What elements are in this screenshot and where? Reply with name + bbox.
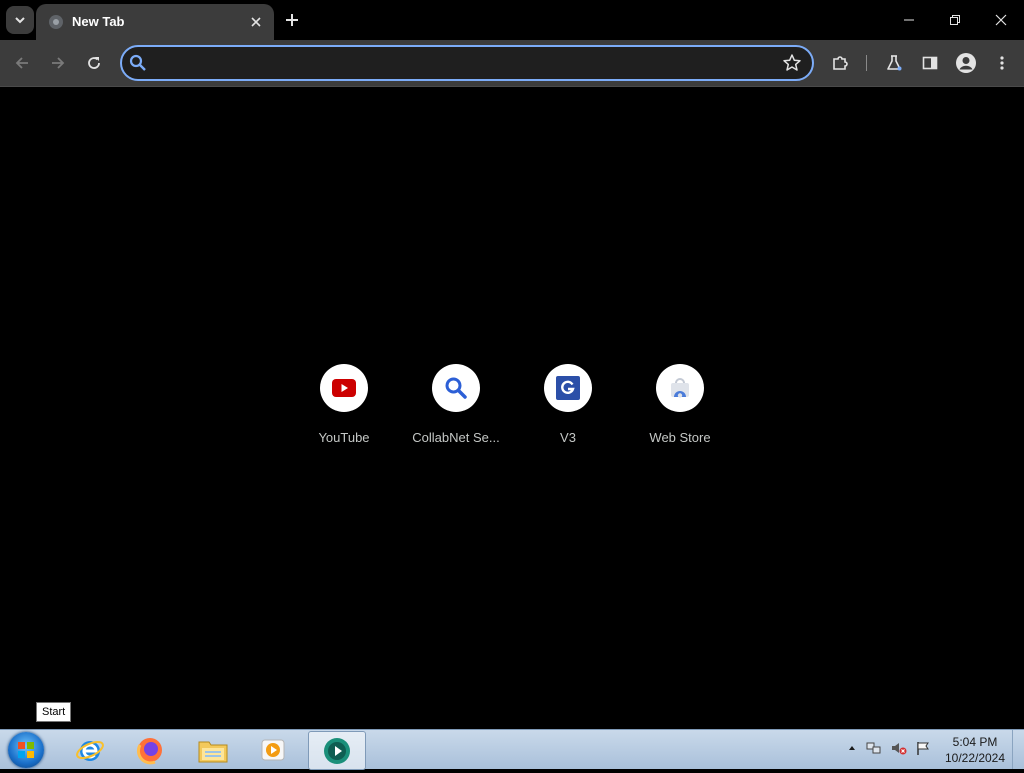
address-bar[interactable] xyxy=(120,45,814,81)
address-input[interactable] xyxy=(156,52,770,76)
chrome-icon xyxy=(324,737,350,764)
new-tab-page: YouTube CollabNet Se... V3 Web Store xyxy=(0,87,1024,729)
shortcut-tile[interactable] xyxy=(544,364,592,412)
start-button[interactable] xyxy=(8,732,44,768)
chevron-down-icon xyxy=(15,17,25,24)
toolbar-divider xyxy=(866,55,867,71)
profile-button[interactable] xyxy=(954,51,978,75)
flask-icon xyxy=(887,55,902,71)
firefox-icon xyxy=(136,737,162,764)
tab-strip: New Tab xyxy=(0,0,1024,40)
taskbar-clock[interactable]: 5:04 PM 10/22/2024 xyxy=(940,734,1010,766)
shortcut-tile[interactable] xyxy=(320,364,368,412)
tab-search-button[interactable] xyxy=(6,6,34,34)
minimize-icon xyxy=(904,19,914,21)
toolbar xyxy=(0,40,1024,87)
menu-button[interactable] xyxy=(990,51,1014,75)
back-button[interactable] xyxy=(10,51,34,75)
close-tab-icon[interactable] xyxy=(248,14,264,30)
restore-icon xyxy=(950,15,960,25)
taskbar-firefox[interactable] xyxy=(122,731,178,768)
network-icon xyxy=(866,742,881,754)
search-icon xyxy=(445,377,467,399)
search-icon xyxy=(129,54,146,71)
shortcut-label: Web Store xyxy=(649,430,711,445)
web-store-icon xyxy=(671,378,689,398)
avatar-icon xyxy=(956,53,976,73)
internet-explorer-icon xyxy=(76,740,104,761)
shortcut-v3[interactable]: V3 xyxy=(512,364,624,445)
volume-muted-icon xyxy=(892,743,907,755)
taskbar: 5:04 PM 10/22/2024 xyxy=(0,729,1024,770)
arrow-right-icon xyxy=(52,57,65,69)
reload-icon xyxy=(88,57,100,69)
puzzle-icon xyxy=(833,56,848,70)
shortcut-tile[interactable] xyxy=(656,364,704,412)
forward-button[interactable] xyxy=(46,51,70,75)
show-hidden-icons-button[interactable] xyxy=(844,740,860,756)
shortcut-label: YouTube xyxy=(318,430,370,445)
windows-logo-icon xyxy=(18,742,34,758)
tab-new-tab[interactable]: New Tab xyxy=(36,4,274,40)
extensions-button[interactable] xyxy=(828,51,852,75)
media-player-icon xyxy=(261,739,285,760)
shortcut-youtube[interactable]: YouTube xyxy=(288,364,400,445)
restore-button[interactable] xyxy=(943,8,967,32)
show-desktop-button[interactable] xyxy=(1012,730,1024,769)
clock-time: 5:04 PM xyxy=(952,735,998,749)
labs-button[interactable] xyxy=(882,51,906,75)
new-tab-icon[interactable] xyxy=(282,10,302,30)
globe-icon xyxy=(49,15,63,29)
taskbar-media-player[interactable] xyxy=(245,731,301,768)
tray-network[interactable] xyxy=(866,740,882,756)
side-panel-icon xyxy=(922,56,938,70)
flag-icon xyxy=(917,742,929,755)
close-icon xyxy=(995,14,1007,26)
google-g-icon xyxy=(556,376,580,400)
taskbar-chrome[interactable] xyxy=(308,731,366,770)
youtube-icon xyxy=(332,379,356,397)
taskbar-internet-explorer[interactable] xyxy=(62,731,118,768)
more-vert-icon xyxy=(1000,56,1004,70)
clock-date: 10/22/2024 xyxy=(944,751,1006,765)
shortcut-label: V3 xyxy=(560,430,576,445)
side-panel-button[interactable] xyxy=(918,51,942,75)
shortcut-label: CollabNet Se... xyxy=(412,430,500,445)
tray-action-center[interactable] xyxy=(915,740,931,756)
start-tooltip: Start xyxy=(36,702,72,722)
shortcut-collabnet[interactable]: CollabNet Se... xyxy=(400,364,512,445)
tab-title: New Tab xyxy=(72,14,125,29)
arrow-left-icon xyxy=(15,57,28,69)
shortcut-web-store[interactable]: Web Store xyxy=(624,364,736,445)
close-window-button[interactable] xyxy=(989,8,1013,32)
shortcut-tile[interactable] xyxy=(432,364,480,412)
minimize-button[interactable] xyxy=(897,8,921,32)
tray-volume[interactable] xyxy=(891,740,907,756)
taskbar-file-explorer[interactable] xyxy=(185,731,241,768)
bookmark-star-icon[interactable] xyxy=(782,53,802,73)
file-explorer-icon xyxy=(198,741,228,762)
chevron-up-icon xyxy=(849,746,855,750)
reload-button[interactable] xyxy=(82,51,106,75)
